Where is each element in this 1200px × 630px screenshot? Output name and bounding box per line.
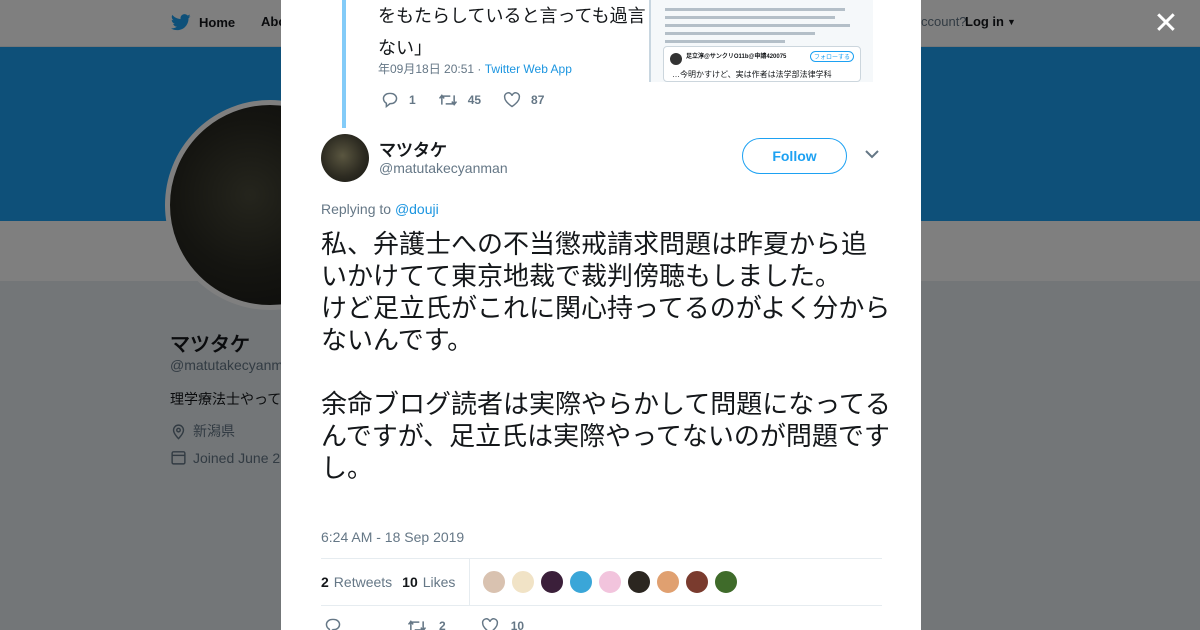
- liker-4-avatar[interactable]: [569, 570, 594, 594]
- parent-tweet-date: 年09月18日 20:51 ·: [378, 62, 485, 76]
- close-icon[interactable]: ✕: [1152, 9, 1180, 39]
- reply-button[interactable]: [324, 618, 342, 630]
- liker-9-avatar[interactable]: [714, 570, 739, 594]
- retweet-icon: [407, 620, 427, 630]
- heart-icon: [481, 618, 498, 630]
- card-avatar: [670, 53, 682, 65]
- liker-6-avatar[interactable]: [627, 570, 652, 594]
- conversation-thread-line: [342, 0, 346, 128]
- like-count: 10: [510, 619, 525, 630]
- liker-1-avatar[interactable]: [482, 570, 507, 594]
- liker-5-avatar[interactable]: [598, 570, 623, 594]
- parent-retweet-count: 45: [467, 93, 482, 107]
- parent-reply-button[interactable]: 1: [381, 92, 416, 108]
- likes-stat[interactable]: 10 Likes: [402, 574, 455, 590]
- likes-count: 10: [402, 574, 418, 590]
- card-text: …今明かすけど、実は作者は法学部法律学科: [672, 70, 832, 79]
- replying-to-link[interactable]: @douji: [395, 201, 439, 217]
- liker-2-avatar[interactable]: [511, 570, 536, 594]
- retweet-count: 2: [439, 619, 446, 630]
- tweet-modal: をもたらしていると言っても過言 ない」 年09月18日 20:51 · Twit…: [281, 0, 921, 630]
- tweet-timestamp[interactable]: 6:24 AM - 18 Sep 2019: [321, 529, 464, 545]
- parent-tweet-actions: 1 45 87: [381, 92, 566, 108]
- retweets-label: Retweets: [333, 574, 393, 590]
- like-button[interactable]: 10: [481, 618, 524, 630]
- replying-to: Replying to @douji: [321, 201, 439, 217]
- liker-3-avatar[interactable]: [540, 570, 565, 594]
- tweet-actions: 2 10: [324, 618, 569, 630]
- parent-tweet-text: をもたらしていると言っても過言 ない」: [378, 0, 646, 64]
- card-name: 足立淳@サンクリO11b@申請420075: [686, 54, 787, 60]
- liker-7-avatar[interactable]: [656, 570, 681, 594]
- replying-to-prefix: Replying to: [321, 201, 395, 217]
- parent-tweet-image[interactable]: 足立淳@サンクリO11b@申請420075 フォローする …今明かすけど、実は作…: [649, 0, 873, 82]
- embedded-tweet-card: 足立淳@サンクリO11b@申請420075 フォローする …今明かすけど、実は作…: [663, 46, 861, 82]
- retweet-icon: [438, 94, 457, 106]
- retweet-button[interactable]: 2: [407, 618, 446, 630]
- parent-like-button[interactable]: 87: [503, 92, 544, 108]
- liker-8-avatar[interactable]: [685, 570, 710, 594]
- retweets-stat[interactable]: 2 Retweets: [321, 574, 392, 590]
- retweets-count: 2: [321, 574, 329, 590]
- reply-icon: [325, 618, 341, 630]
- parent-reply-count: 1: [409, 93, 416, 107]
- likes-label: Likes: [422, 574, 456, 590]
- parent-tweet-meta: 年09月18日 20:51 · Twitter Web App: [378, 60, 572, 77]
- tweet-text: 私、弁護士への不当懲戒請求問題は昨夏から追いかけてて東京地裁で裁判傍聴もしました…: [321, 229, 891, 483]
- likers-avatars: [482, 570, 739, 594]
- parent-retweet-button[interactable]: 45: [438, 92, 481, 108]
- parent-tweet-app[interactable]: Twitter Web App: [485, 62, 572, 76]
- parent-like-count: 87: [531, 93, 545, 107]
- tweet-author-name[interactable]: マツタケ: [379, 136, 447, 161]
- reply-icon: [382, 92, 398, 108]
- follow-button-label: Follow: [772, 148, 817, 164]
- tweet-stats: 2 Retweets 10 Likes: [321, 559, 882, 605]
- heart-icon: [503, 92, 521, 108]
- tweet-author-handle[interactable]: @matutakecyanman: [379, 160, 508, 176]
- card-follow-button: フォローする: [810, 51, 855, 62]
- stats-separator: [469, 559, 471, 605]
- tweet-author-avatar[interactable]: [321, 134, 369, 182]
- chevron-down-icon[interactable]: [865, 146, 879, 162]
- follow-button[interactable]: Follow: [742, 138, 847, 174]
- divider-bottom: [321, 605, 882, 606]
- parent-tweet-line-1: をもたらしていると言っても過言: [378, 6, 646, 26]
